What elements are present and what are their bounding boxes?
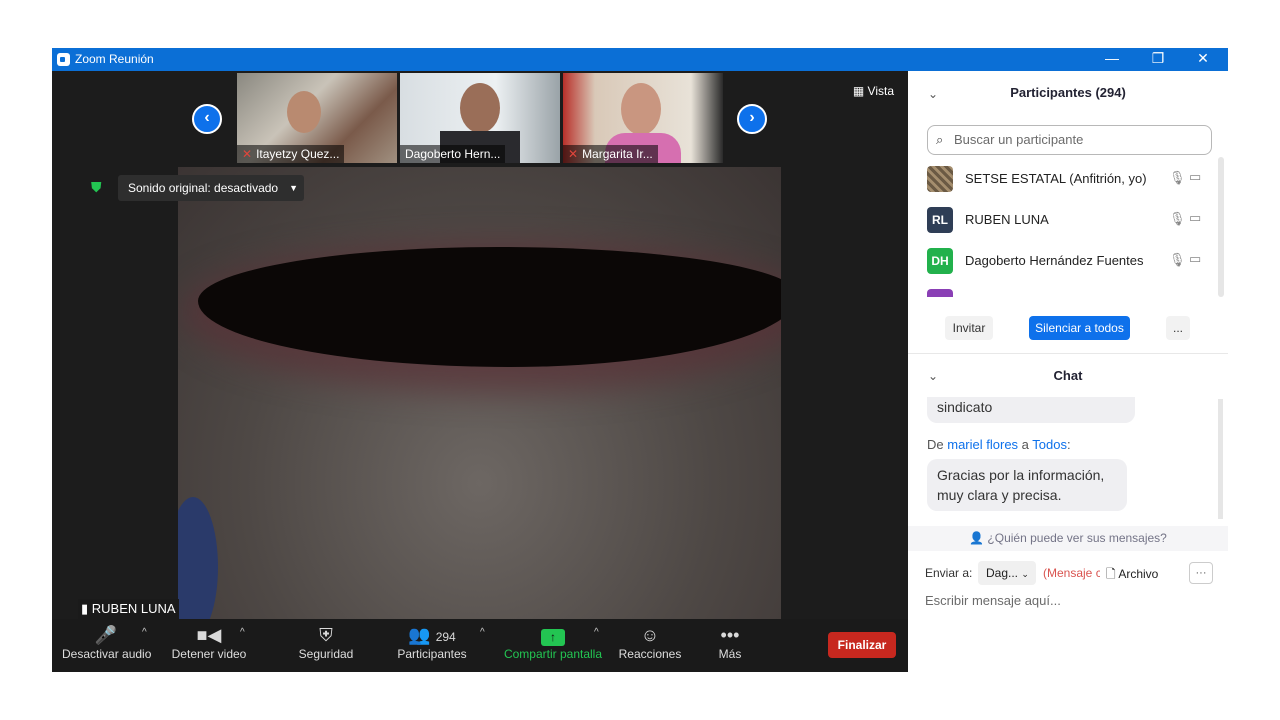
invite-button[interactable]: Invitar — [945, 316, 993, 340]
file-icon: 🗋 — [1106, 567, 1119, 581]
chevron-down-icon: ⌄ — [1021, 569, 1029, 579]
encryption-shield-icon: ⛊ — [91, 179, 102, 195]
who-can-see-link[interactable]: 👤 ¿Quién puede ver sus mensajes? — [908, 526, 1228, 551]
avatar — [927, 289, 953, 297]
chat-message-bubble: sindicato — [927, 397, 1135, 423]
share-options-caret[interactable]: ^ — [594, 627, 599, 638]
original-sound-dropdown[interactable]: Sonido original: desactivado ▼ — [118, 175, 304, 201]
restore-button[interactable]: ❐ — [1135, 48, 1181, 71]
share-screen-icon: ↑ — [502, 619, 604, 647]
title-bar: Zoom Reunión — ❐ ✕ — [52, 48, 1228, 71]
meeting-toolbar: 🎤 Desactivar audio ^ ■◀ Detener video ^ … — [52, 619, 908, 672]
file-button[interactable]: 🗋 Archivo — [1106, 565, 1158, 586]
video-options-caret[interactable]: ^ — [240, 627, 245, 638]
video-thumbnail[interactable]: ✕ Margarita Ir... — [563, 73, 723, 163]
chat-title: Chat — [1053, 368, 1083, 383]
participants-count: 294 — [435, 630, 456, 644]
video-camera-icon[interactable]: ▭ — [1189, 210, 1201, 226]
participants-scrollbar[interactable] — [1218, 157, 1224, 297]
microphone-icon[interactable]: 🎙 — [1169, 170, 1186, 186]
security-button[interactable]: ⛨ Seguridad — [296, 619, 356, 672]
share-screen-button[interactable]: ↑ Compartir pantalla — [502, 619, 604, 672]
video-camera-icon[interactable]: ▭ — [1189, 251, 1201, 267]
video-content — [178, 497, 218, 619]
microphone-icon[interactable]: 🎙 — [1169, 252, 1186, 268]
participants-icon: 👥 294 — [408, 625, 456, 645]
chat-message-bubble: Gracias por la información, muy clara y … — [927, 459, 1127, 511]
chat-message-input[interactable]: Escribir mensaje aquí... — [925, 593, 1061, 608]
thumbnail-name-tag: ✕ Margarita Ir... — [563, 145, 658, 163]
muted-mic-icon: ✕ — [242, 147, 253, 161]
view-button[interactable]: ▦ Vista — [847, 81, 900, 101]
participant-face — [621, 83, 661, 135]
participant-row[interactable]: SETSE ESTATAL (Anfitrión, yo) 🎙 ▭ — [927, 166, 1212, 192]
previous-page-button[interactable]: ‹ — [192, 104, 222, 134]
video-content — [198, 247, 781, 367]
participant-face — [287, 91, 321, 133]
more-button[interactable]: ••• Más — [708, 619, 752, 672]
emoji-plus-icon: ☺ — [640, 625, 660, 645]
private-message-note: (Mensaje c — [1043, 566, 1100, 580]
chevron-down-icon: ▼ — [289, 183, 298, 193]
mute-audio-button[interactable]: 🎤 Desactivar audio — [62, 619, 151, 672]
mute-all-button[interactable]: Silenciar a todos — [1029, 316, 1130, 340]
avatar: RL — [927, 207, 953, 233]
avatar — [927, 166, 953, 192]
main-video[interactable] — [178, 167, 781, 619]
zoom-window: Zoom Reunión — ❐ ✕ ‹ ✕ Itayetzy Quez... D… — [52, 48, 1228, 672]
participant-row[interactable]: RL RUBEN LUNA 🎙 ▭ — [927, 207, 1212, 233]
thumbnail-name-tag: ✕ Itayetzy Quez... — [237, 145, 345, 163]
audio-options-caret[interactable]: ^ — [142, 627, 147, 638]
zoom-app-icon — [57, 53, 70, 66]
end-meeting-button[interactable]: Finalizar — [828, 632, 896, 658]
next-page-button[interactable]: › — [737, 104, 767, 134]
search-icon: ⌕ — [936, 132, 944, 147]
stop-video-button[interactable]: ■◀ Detener video — [170, 619, 248, 672]
signal-bars-icon: ▮ — [81, 601, 92, 616]
video-thumbnail[interactable]: ✕ Itayetzy Quez... — [237, 73, 397, 163]
video-thumbnail[interactable]: Dagoberto Hern... — [400, 73, 560, 163]
video-stage: ‹ ✕ Itayetzy Quez... Dagoberto Hern... ✕ M… — [52, 71, 908, 672]
person-icon: 👤 — [969, 531, 988, 545]
participants-title: Participantes (294) — [1010, 85, 1126, 100]
reactions-button[interactable]: ☺ Reacciones — [618, 619, 682, 672]
close-button[interactable]: ✕ — [1180, 48, 1226, 71]
participants-options-caret[interactable]: ^ — [480, 627, 485, 638]
side-panel: ⌄ Participantes (294) ⌕ Buscar un partic… — [908, 71, 1228, 672]
minimize-button[interactable]: — — [1089, 48, 1135, 71]
grid-icon: ▦ — [852, 84, 868, 98]
participant-face — [460, 83, 500, 133]
window-title: Zoom Reunión — [75, 52, 154, 66]
divider — [908, 353, 1228, 354]
microphone-icon: 🎤 — [94, 625, 118, 645]
chat-scrollbar[interactable] — [1218, 399, 1223, 519]
thumbnail-name-tag: Dagoberto Hern... — [400, 145, 506, 163]
chat-more-button[interactable]: ··· — [1189, 562, 1213, 584]
microphone-icon[interactable]: 🎙 — [1169, 211, 1186, 227]
active-speaker-label: ▮ RUBEN LUNA — [78, 599, 179, 619]
more-options-button[interactable]: ... — [1166, 316, 1190, 340]
send-to-dropdown[interactable]: Dag... ⌄ — [978, 561, 1036, 585]
send-to-label: Enviar a: — [925, 566, 973, 580]
ellipsis-icon: ••• — [720, 625, 740, 645]
video-camera-icon[interactable]: ▭ — [1189, 169, 1201, 185]
chat-sender-line: De mariel flores a Todos: — [927, 437, 1071, 452]
avatar: DH — [927, 248, 953, 274]
participant-row[interactable]: DH Dagoberto Hernández Fuentes 🎙 ▭ — [927, 248, 1212, 274]
participants-button[interactable]: 👥 294 Participantes — [396, 619, 468, 672]
video-camera-icon: ■◀ — [196, 625, 222, 645]
participant-search-input[interactable]: ⌕ Buscar un participante — [927, 125, 1212, 155]
shield-icon: ⛨ — [319, 625, 333, 645]
muted-mic-icon: ✕ — [568, 147, 579, 161]
